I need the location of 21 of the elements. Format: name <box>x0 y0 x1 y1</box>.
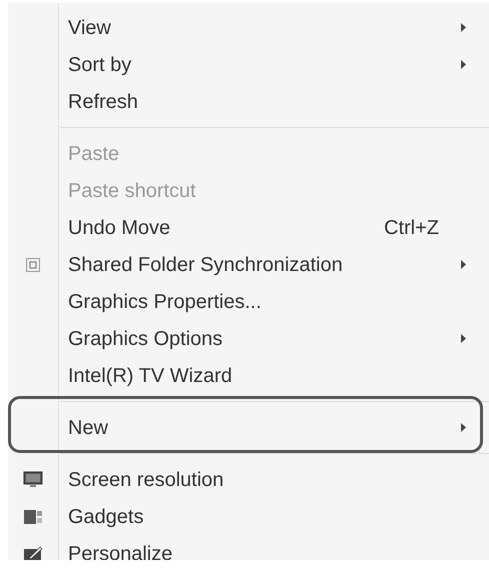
submenu-arrow-icon <box>461 334 466 343</box>
menu-item[interactable]: Graphics Properties... <box>8 283 489 320</box>
menu-item[interactable]: Personalize <box>8 535 489 560</box>
menu-item[interactable]: Shared Folder Synchronization <box>8 246 489 283</box>
shortcut-text: Ctrl+Z <box>384 216 439 240</box>
submenu-arrow-icon <box>461 23 466 32</box>
monitor-icon <box>23 470 43 490</box>
menu-item[interactable]: Undo Move Ctrl+Z <box>8 209 489 246</box>
personalize-icon <box>23 544 43 560</box>
folder-sync-icon <box>26 258 40 272</box>
menu-item[interactable]: Screen resolution <box>8 461 489 498</box>
submenu-arrow-icon <box>461 260 466 269</box>
submenu-arrow-icon <box>461 423 466 432</box>
menu-item[interactable]: Gadgets <box>8 498 489 535</box>
menu-item[interactable]: Refresh <box>8 83 489 120</box>
menu-item[interactable]: Graphics Options <box>8 320 489 357</box>
menu-item[interactable]: View <box>8 9 489 46</box>
menu-item[interactable]: Sort by <box>8 46 489 83</box>
menu-item[interactable]: New <box>8 409 489 446</box>
submenu-arrow-icon <box>461 60 466 69</box>
menu-item[interactable]: Intel(R) TV Wizard <box>8 357 489 394</box>
